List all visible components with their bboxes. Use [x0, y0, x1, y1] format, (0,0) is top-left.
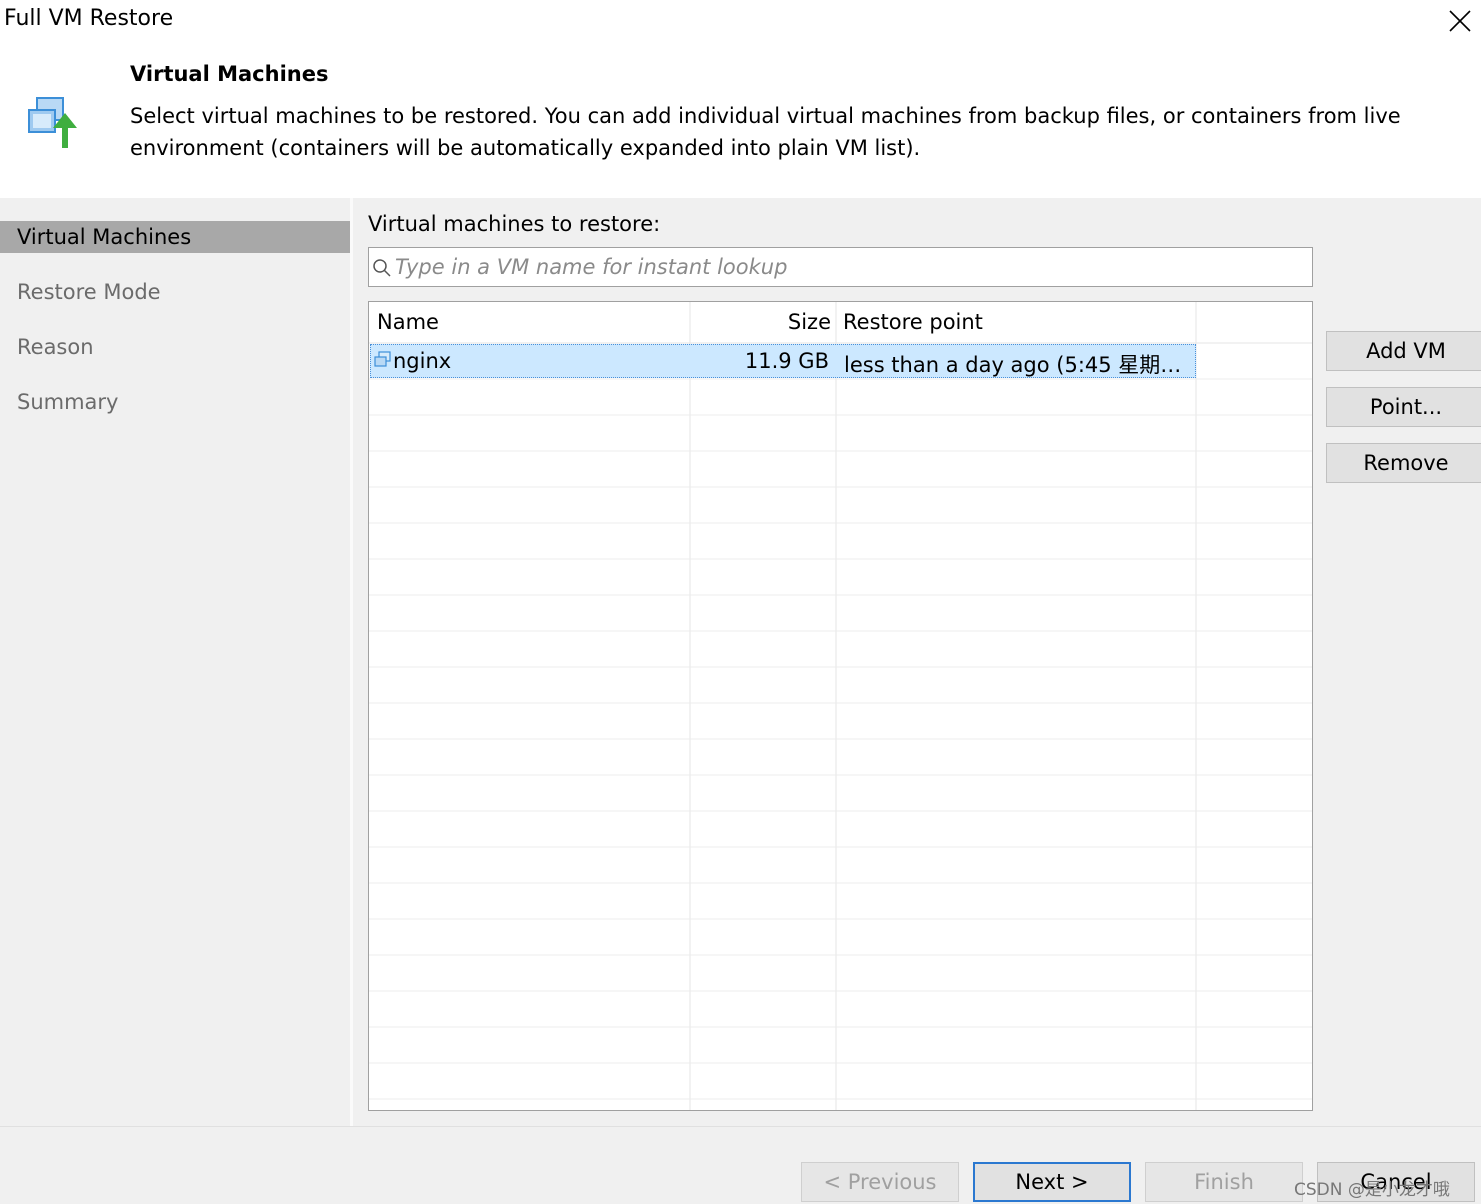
vm-name-cell: nginx — [393, 349, 452, 373]
nav-item-restore-mode[interactable]: Restore Mode — [0, 276, 350, 308]
vm-icon — [374, 351, 391, 367]
wizard-body: Virtual Machines Restore Mode Reason Sum… — [0, 198, 1481, 1126]
page-title: Virtual Machines — [130, 62, 329, 86]
next-button[interactable]: Next > — [973, 1162, 1131, 1202]
vm-list-label: Virtual machines to restore: — [368, 212, 661, 236]
page-description: Select virtual machines to be restored. … — [130, 104, 1401, 160]
wizard-steps-nav: Virtual Machines Restore Mode Reason Sum… — [0, 198, 350, 1126]
nav-item-summary[interactable]: Summary — [0, 386, 350, 418]
csdn-watermark: CSDN @是小龙才哦 — [1294, 1180, 1450, 1200]
remove-button[interactable]: Remove — [1326, 443, 1481, 483]
finish-button[interactable]: Finish — [1145, 1162, 1303, 1202]
vm-search-box[interactable] — [368, 247, 1313, 287]
column-header-size[interactable]: Size — [691, 310, 831, 334]
close-icon — [1449, 10, 1471, 32]
point-button[interactable]: Point... — [1326, 387, 1481, 427]
table-row[interactable]: nginx 11.9 GB less than a day ago (5:45 … — [370, 344, 1196, 378]
nav-item-virtual-machines[interactable]: Virtual Machines — [0, 221, 350, 253]
table-grid-lines — [369, 302, 1312, 1110]
full-vm-restore-window: Full VM Restore Virtual Machines Select … — [0, 0, 1481, 1204]
add-vm-button[interactable]: Add VM — [1326, 331, 1481, 371]
window-title: Full VM Restore — [4, 6, 174, 31]
vm-restore-icon — [27, 96, 83, 152]
column-header-restore-point[interactable]: Restore point — [843, 310, 983, 334]
vm-restore-point-cell: less than a day ago (5:45 星期… — [844, 353, 1182, 377]
wizard-footer: < Previous Next > Finish Cancel CSDN @是小… — [0, 1126, 1481, 1204]
previous-button[interactable]: < Previous — [801, 1162, 959, 1202]
column-header-name[interactable]: Name — [377, 310, 439, 334]
wizard-header: Virtual Machines Select virtual machines… — [0, 44, 1481, 198]
close-button[interactable] — [1437, 0, 1481, 44]
nav-item-reason[interactable]: Reason — [0, 331, 350, 363]
search-icon — [373, 259, 391, 277]
vm-table: Name Size Restore point nginx 11.9 GB le… — [368, 301, 1313, 1111]
title-bar: Full VM Restore — [0, 0, 1481, 44]
vm-size-cell: 11.9 GB — [744, 349, 829, 373]
vm-search-input[interactable] — [395, 251, 1295, 283]
nav-divider — [350, 198, 353, 1126]
